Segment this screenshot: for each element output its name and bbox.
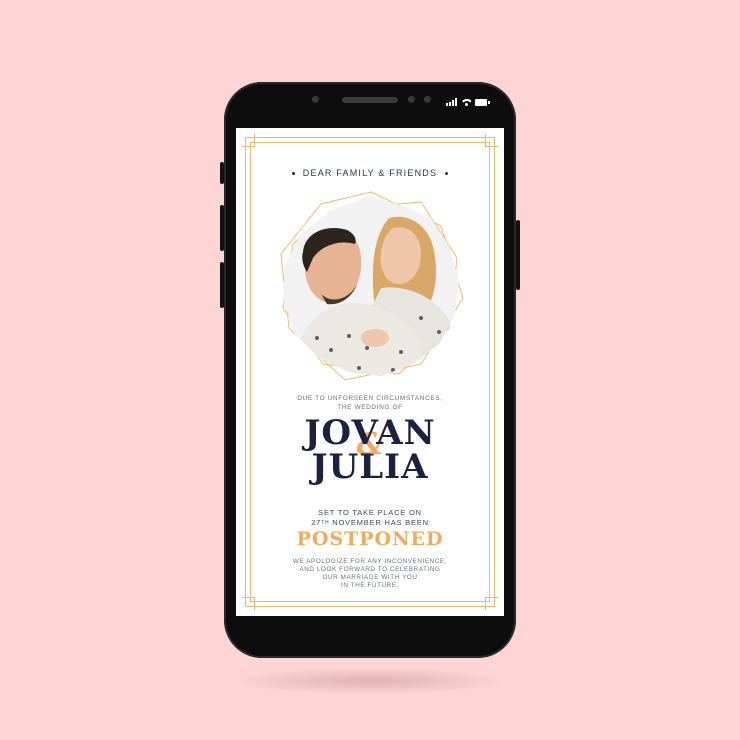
intro-line: THE WEDDING OF [337, 404, 403, 411]
intro-text: DUE TO UNFORSEEN CIRCUMSTANCES, THE WEDD… [236, 394, 504, 412]
corner-ornament [485, 597, 498, 610]
date-month-text: NOVEMBER HAS BEEN [329, 518, 429, 527]
date-detail: SET TO TAKE PLACE ON 27TH NOVEMBER HAS B… [236, 508, 504, 528]
power-button [516, 220, 520, 290]
apology-line: IN THE FUTURE. [341, 582, 399, 589]
signal-icon [446, 98, 457, 106]
date-day: 27 [311, 518, 322, 527]
battery-icon [475, 99, 490, 106]
corner-ornament [242, 134, 255, 147]
corner-ornament [485, 134, 498, 147]
bride-name: JULIA [311, 447, 429, 487]
apology-text: WE APOLOGIZE FOR ANY INCONVENIENCE, AND … [236, 558, 504, 590]
bullet-dot [291, 172, 295, 176]
sensor [424, 96, 431, 103]
wifi-icon [461, 98, 471, 106]
earpiece-speaker [342, 97, 398, 103]
sensor [408, 96, 415, 103]
postponed-heading: POSTPONED [296, 528, 444, 550]
corner-ornament [242, 597, 255, 610]
status-bar [446, 94, 490, 106]
apology-line: OUR MARRIAGE WITH YOU [322, 574, 418, 581]
couple-photo-illustration [280, 191, 464, 381]
apology-line: WE APOLOGIZE FOR ANY INCONVENIENCE, [292, 558, 448, 565]
greeting-line: DEAR FAMILY & FRIENDS [236, 168, 504, 178]
intro-line: DUE TO UNFORSEEN CIRCUMSTANCES, [297, 395, 443, 402]
invitation-screen: DEAR FAMILY & FRIENDS DUE TO UNFORSEEN C… [236, 128, 504, 616]
detail-line: SET TO TAKE PLACE ON [318, 508, 422, 517]
greeting-text: DEAR FAMILY & FRIENDS [302, 168, 438, 178]
phone-shadow [240, 668, 500, 694]
couple-names: & JOVAN JULIA [236, 412, 504, 492]
couple-photo [271, 188, 471, 388]
bullet-dot [445, 172, 449, 176]
front-camera [312, 96, 319, 103]
detail-line: 27TH NOVEMBER HAS BEEN [236, 518, 504, 528]
apology-line: AND LOOK FORWARD TO CELEBRATING [299, 566, 441, 573]
phone-mockup: DEAR FAMILY & FRIENDS DUE TO UNFORSEEN C… [224, 82, 516, 658]
